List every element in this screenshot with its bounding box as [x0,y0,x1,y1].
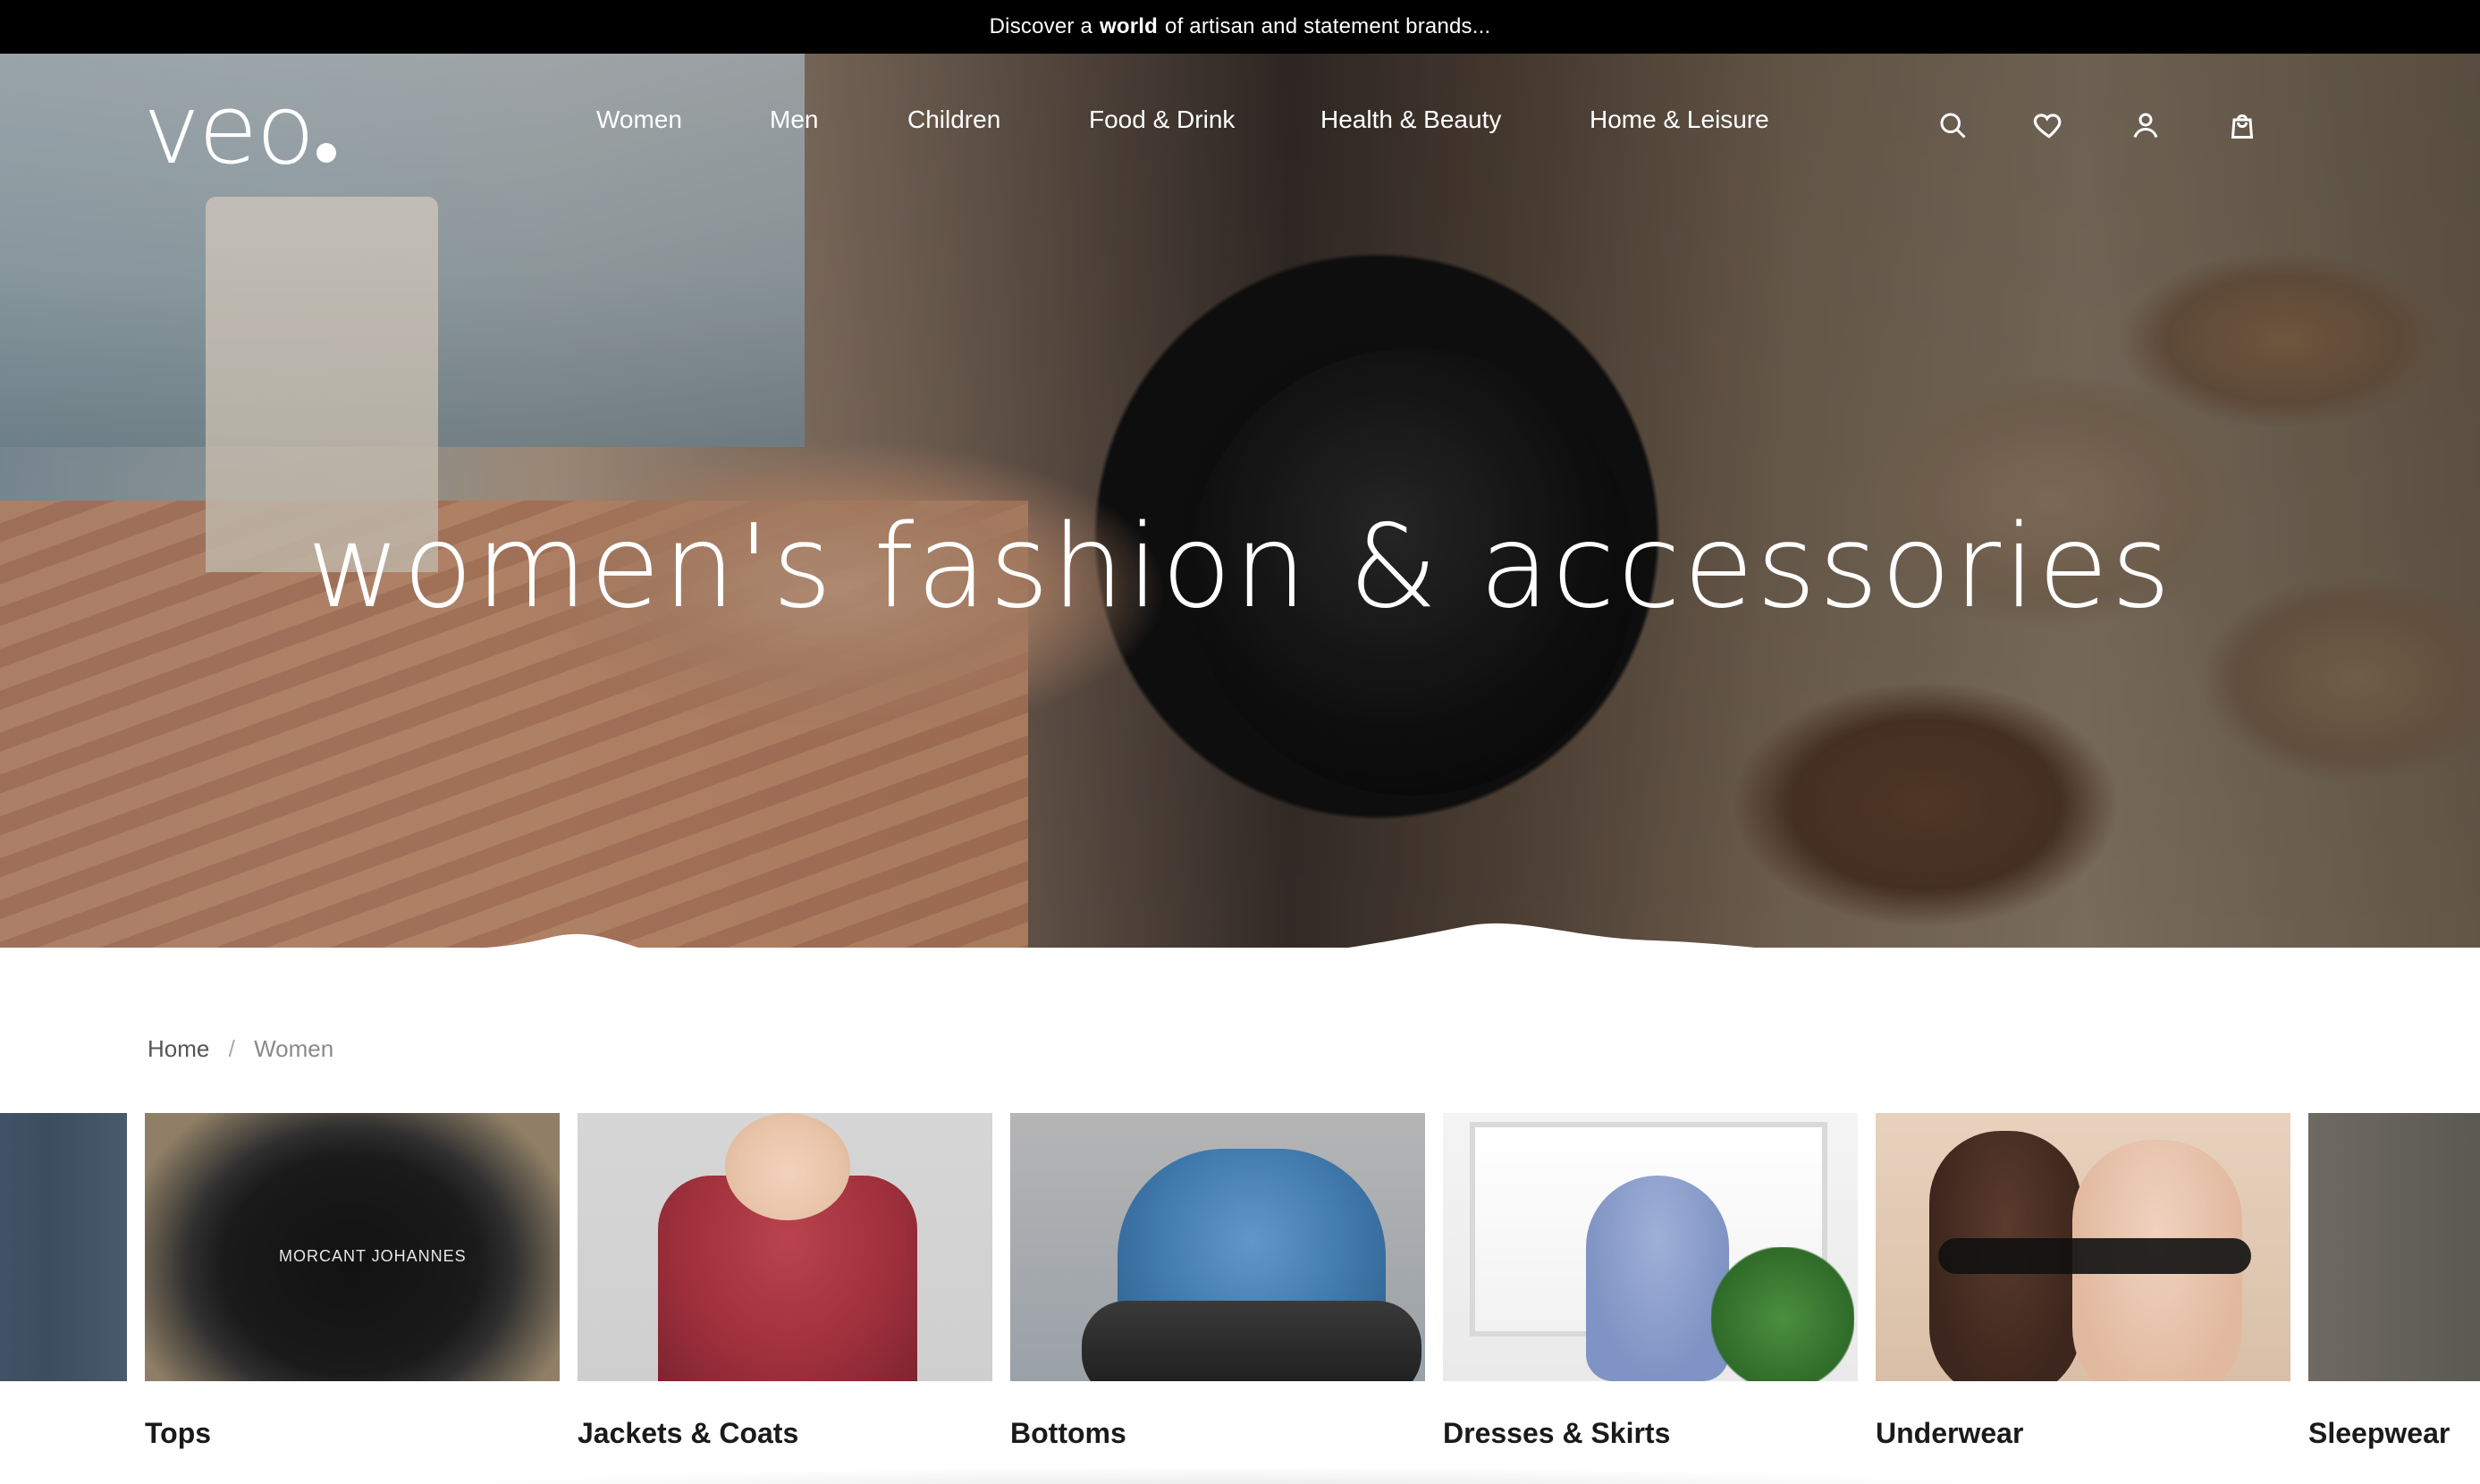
nav-food-drink[interactable]: Food & Drink [1089,105,1235,134]
category-image-underwear [1876,1113,2290,1381]
category-label-underwear[interactable]: Underwear [1876,1417,2023,1450]
category-label-sleepwear[interactable]: Sleepwear [2308,1417,2450,1450]
plant-figure [1711,1247,1854,1381]
category-label-tops[interactable]: Tops [145,1417,211,1450]
category-tile-edge-left[interactable] [0,1113,127,1381]
category-tile-sleepwear[interactable] [2308,1113,2480,1381]
category-carousel: MORCANT JOHANNES Tops Jackets & Coats Bo… [0,1113,2480,1484]
category-image-dresses-skirts [1443,1113,1858,1381]
underwear-band-figure [1938,1238,2251,1274]
category-tile-tops[interactable]: MORCANT JOHANNES [145,1113,560,1381]
category-image-sleepwear [2308,1113,2480,1381]
category-tile-jackets-coats[interactable] [578,1113,992,1381]
category-label-dresses-skirts[interactable]: Dresses & Skirts [1443,1417,1670,1450]
breadcrumb-separator: / [228,1035,235,1062]
search-icon[interactable] [1935,107,1970,143]
category-image-tops: MORCANT JOHANNES [145,1113,560,1381]
category-tile-dresses-skirts[interactable] [1443,1113,1858,1381]
category-image-bottoms [1010,1113,1425,1381]
hero-torn-edge [485,923,1755,948]
category-label-bottoms[interactable]: Bottoms [1010,1417,1126,1450]
bench-figure [1082,1301,1421,1381]
logo-dot [316,143,337,163]
category-image-jackets-coats [578,1113,992,1381]
header-actions [1935,107,2283,143]
breadcrumb: Home / Women [148,1035,346,1063]
breadcrumb-current: Women [254,1035,334,1062]
nav-health-beauty[interactable]: Health & Beauty [1320,105,1501,134]
announcement-bar: Discover a world of artisan and statemen… [0,0,2480,54]
dress-figure [1586,1176,1729,1381]
tops-shirt-print: MORCANT JOHANNES [279,1247,467,1265]
nav-children[interactable]: Children [907,105,1000,134]
category-label-jackets-coats[interactable]: Jackets & Coats [578,1417,798,1450]
user-icon[interactable] [2128,107,2164,143]
nav-women[interactable]: Women [596,105,682,134]
hero-banner: women's fashion & accessories [0,54,2480,948]
hero-title: women's fashion & accessories [307,501,2173,634]
category-image-edge-left [0,1113,127,1381]
model-face [725,1113,850,1220]
announcement-suffix: of artisan and statement brands... [1165,14,1491,38]
category-tile-bottoms[interactable] [1010,1113,1425,1381]
nav-men[interactable]: Men [770,105,818,134]
breadcrumb-home[interactable]: Home [148,1035,209,1062]
bag-icon[interactable] [2224,107,2260,143]
announcement-bold: world [1100,14,1159,38]
category-tile-underwear[interactable] [1876,1113,2290,1381]
heart-icon[interactable] [2031,107,2067,143]
announcement-prefix: Discover a [989,14,1093,38]
nav-home-leisure[interactable]: Home & Leisure [1590,105,1769,134]
